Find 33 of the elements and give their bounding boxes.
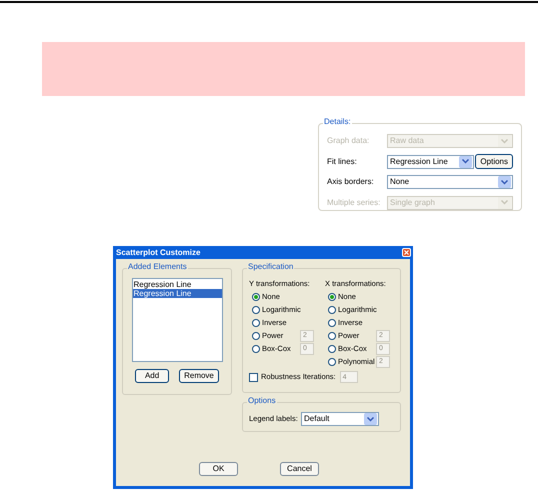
radio-button[interactable] — [328, 318, 336, 326]
radio-button[interactable] — [252, 344, 260, 352]
button[interactable]: Add — [135, 369, 170, 383]
button[interactable]: Cancel — [280, 462, 319, 476]
checkbox[interactable] — [249, 372, 258, 382]
close-icon[interactable] — [402, 248, 411, 257]
group-title: Options — [247, 397, 277, 405]
button[interactable]: Options — [475, 154, 513, 170]
dropdown[interactable]: Regression Line — [387, 154, 474, 169]
window-title: Scatterplot Customize — [116, 248, 200, 256]
field-label: Graph data: — [327, 135, 370, 148]
button[interactable]: Remove — [179, 369, 219, 383]
list-item[interactable]: Regression Line — [132, 289, 222, 298]
button[interactable]: OK — [199, 462, 238, 476]
list-item[interactable]: Regression Line — [132, 280, 222, 289]
radio-button[interactable] — [328, 332, 336, 340]
dropdown[interactable]: Default — [301, 412, 379, 426]
group-title: Specification — [247, 263, 294, 271]
radio-button[interactable] — [328, 292, 336, 300]
radio-button[interactable] — [252, 318, 260, 326]
radio-button[interactable] — [252, 292, 260, 300]
radio-button[interactable] — [328, 358, 336, 366]
field-label: Multiple series: — [327, 196, 382, 209]
radio-button[interactable] — [328, 344, 336, 352]
list-box[interactable]: Regression Line Regression Line — [132, 278, 222, 362]
group-title: Details: — [323, 118, 352, 126]
field-label: Axis borders: — [327, 176, 375, 188]
field-label: Fit lines: — [327, 156, 358, 168]
radio-button[interactable] — [252, 332, 260, 340]
dropdown[interactable]: None — [387, 175, 513, 190]
group-title: Added Elements — [127, 263, 188, 271]
radio-button[interactable] — [252, 306, 260, 314]
radio-button[interactable] — [328, 306, 336, 314]
